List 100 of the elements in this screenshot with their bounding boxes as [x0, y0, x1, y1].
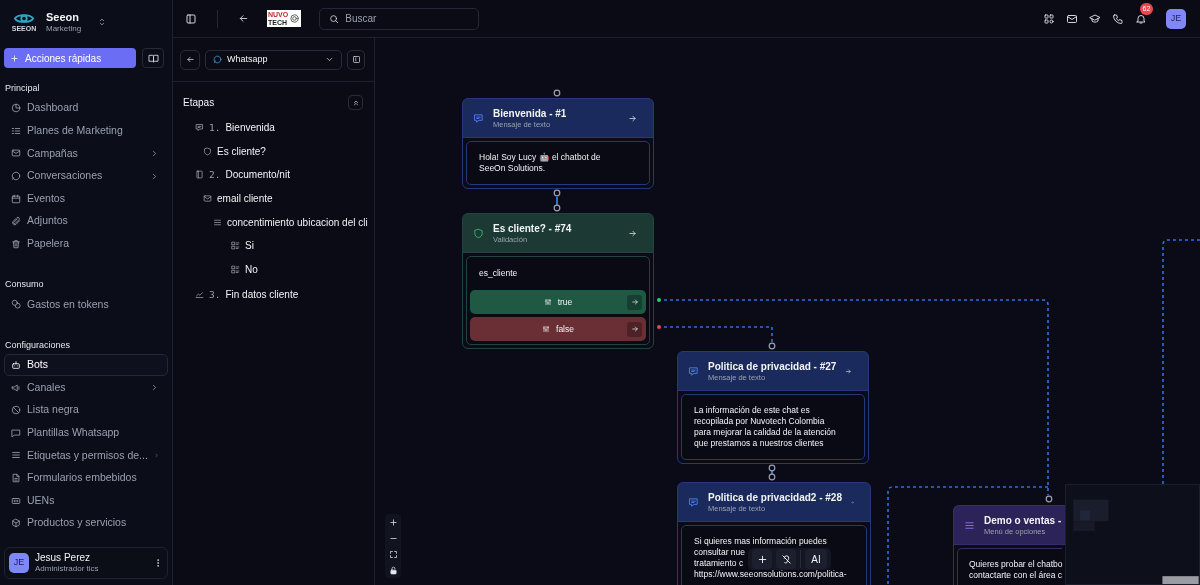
sidebar-item[interactable]: Dashboard [4, 97, 168, 120]
channel-select[interactable]: Whatsapp [205, 49, 342, 70]
connection-handle[interactable] [657, 298, 661, 302]
node-text-line: Si quieres mas información puedes [694, 536, 827, 547]
connection-handle[interactable] [657, 325, 661, 329]
graduation-cap-icon[interactable] [1089, 12, 1101, 25]
stage-item[interactable]: No [173, 257, 374, 282]
search-field[interactable]: Buscar [319, 7, 480, 30]
option-next-button[interactable] [627, 294, 642, 310]
quick-actions-button[interactable]: Acciones rápidas [4, 48, 136, 68]
sidebar-item[interactable]: Etiquetas y permisos de... [4, 444, 168, 467]
stage-item[interactable]: concentimiento ubicacion del cli [173, 210, 374, 234]
sidebar-item[interactable]: UENs [4, 489, 168, 512]
sidebar-item[interactable]: Papelera [4, 232, 168, 256]
megaphone-icon [11, 382, 21, 393]
layout-button[interactable] [347, 49, 365, 70]
option-button[interactable]: false [470, 317, 646, 341]
minimap[interactable] [1065, 484, 1200, 585]
ai-button[interactable]: AI [805, 549, 827, 569]
back-arrow-icon[interactable] [238, 13, 249, 24]
sidebar-item[interactable]: Campañas [4, 142, 168, 165]
sidebar-item-label: Etiquetas y permisos de... [27, 447, 148, 463]
user-avatar: JE [9, 553, 29, 573]
stage-item[interactable]: 2. Documento/nit [173, 163, 374, 187]
shield-icon [473, 227, 484, 239]
fit-view-icon [388, 549, 398, 559]
node-text-line: tratamiento c [694, 558, 744, 569]
sidebar-item[interactable]: Planes de Marketing [4, 119, 168, 143]
sidebar-item[interactable]: Productos y servicios [4, 511, 168, 535]
robot-icon [11, 360, 21, 371]
arrow-right-icon [630, 325, 639, 333]
search-icon [329, 13, 340, 24]
arrow-right-icon[interactable] [845, 366, 852, 376]
eye-logo-icon [13, 11, 35, 25]
option-next-button[interactable] [627, 321, 642, 337]
panel-icon [351, 55, 361, 64]
user-avatar[interactable]: JE [1166, 8, 1186, 29]
apps-icon[interactable] [1043, 12, 1055, 25]
node-title: Politica de privacidad2 - #28 [708, 490, 842, 504]
mail-icon [11, 148, 21, 159]
sidebar-toggle-icon[interactable] [185, 12, 197, 25]
sidebar-item-label: Bots [27, 357, 49, 373]
sidebar-item-label: Dashboard [27, 100, 80, 116]
book-button[interactable] [142, 48, 164, 68]
mail-icon [203, 194, 212, 204]
sliders-icon [543, 298, 552, 306]
node-title: Bienvenida - #1 [493, 106, 568, 120]
stage-item[interactable]: 3. Fin datos cliente [173, 283, 374, 307]
ring-logo-icon [289, 13, 301, 24]
sidebar-item-label: Lista negra [27, 402, 80, 418]
message-icon [195, 123, 204, 133]
option-button[interactable]: true [470, 290, 646, 314]
bell-icon[interactable] [1135, 12, 1147, 25]
sidebar-item-label: Productos y servicios [27, 515, 128, 531]
paperclip-icon [11, 216, 21, 227]
zoom-in-icon [388, 517, 398, 527]
node-title: Es cliente? - #74 [493, 221, 573, 235]
collapse-button[interactable] [348, 95, 363, 110]
sidebar-item-label: Campañas [27, 145, 79, 161]
add-button[interactable] [752, 549, 772, 569]
message-icon [688, 496, 699, 508]
connection-handle[interactable] [768, 342, 776, 350]
connection-handle[interactable] [1045, 495, 1053, 503]
sidebar-item[interactable]: Canales [4, 376, 168, 399]
node-text-line: para mejorar la calidad de la atención [694, 427, 836, 438]
stage-item[interactable]: Si [173, 233, 374, 258]
hearing-off-button[interactable] [776, 549, 796, 569]
book-icon [147, 52, 159, 64]
document-icon [11, 473, 21, 483]
stage-label: email cliente [217, 192, 273, 207]
stage-number: 2. [209, 167, 221, 182]
stage-label: Es cliente? [217, 144, 266, 159]
sidebar-item[interactable]: Formularios embebidos [4, 466, 168, 490]
back-arrow-icon [185, 55, 195, 64]
node-text-line: Hola! Soy Lucy 🤖 el chatbot de [479, 152, 601, 163]
sidebar-item[interactable]: Bots [4, 353, 168, 377]
sidebar-item-label: Planes de Marketing [27, 123, 124, 138]
node-text-line: SeeOn Solutions. [479, 163, 546, 174]
sidebar-item[interactable]: Adjuntos [4, 209, 168, 233]
sidebar-item-label: Formularios embebidos [27, 470, 138, 486]
sidebar-item-label: Papelera [27, 236, 71, 251]
mail-icon[interactable] [1066, 12, 1078, 25]
sidebar-item[interactable]: Conversaciones [4, 164, 168, 188]
stage-item[interactable]: Es cliente? [173, 139, 374, 164]
pie-chart-icon [11, 103, 21, 114]
arrow-right-icon[interactable] [628, 228, 637, 238]
sidebar-item-label: Conversaciones [27, 168, 104, 184]
stage-item[interactable]: 1. Bienvenida [173, 116, 374, 140]
sidebar-item[interactable]: Gastos en tokens [4, 293, 168, 316]
back-button[interactable] [180, 49, 200, 70]
connection-handle[interactable] [553, 89, 561, 97]
stage-item[interactable]: email cliente [173, 186, 374, 211]
arrow-right-icon[interactable] [628, 113, 637, 123]
user-card[interactable]: JE Jesus Perez Administrador tics [4, 547, 168, 579]
phone-icon[interactable] [1112, 12, 1124, 25]
sidebar-item[interactable]: Plantillas Whatsapp [4, 421, 168, 445]
sidebar-item[interactable]: Lista negra [4, 398, 168, 422]
sidebar-item-label: Plantillas Whatsapp [27, 424, 121, 440]
message-icon [688, 365, 699, 377]
sidebar-item[interactable]: Eventos [4, 187, 168, 210]
